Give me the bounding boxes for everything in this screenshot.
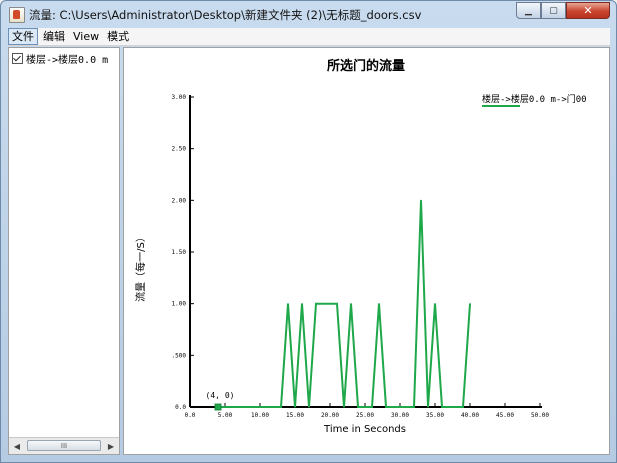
- data-point: [294, 406, 296, 408]
- series-line: [218, 200, 471, 408]
- flow-chart: 所选门的流量 0.0 .500 1.00 1.50 2.00 2.50 3.00 0.0 5.00…: [134, 58, 587, 435]
- chart-panel: 所选门的流量 0.0 .500 1.00 1.50 2.00 2.50 3.00 0.0 5.00…: [123, 47, 610, 455]
- data-point: [308, 406, 310, 408]
- data-point: [336, 303, 338, 305]
- y-tick-label: 0.0: [175, 404, 186, 411]
- data-point: [441, 406, 443, 408]
- data-point: [427, 406, 429, 408]
- maximize-button[interactable]: ▢: [541, 2, 566, 19]
- y-tick-label: 3.00: [172, 94, 187, 101]
- x-tick-label: 30.00: [391, 412, 409, 419]
- legend-label: 楼层->楼层0.0 m->门00: [482, 93, 587, 105]
- annotation-marker: [214, 403, 222, 411]
- data-point: [350, 303, 352, 305]
- x-tick-label: 50.00: [531, 412, 549, 419]
- close-button[interactable]: ✕: [566, 2, 610, 19]
- scroll-right-icon[interactable]: ▶: [103, 438, 119, 454]
- menu-bar: 文件 编辑 View 模式: [8, 28, 610, 46]
- data-point: [287, 303, 289, 305]
- menu-edit[interactable]: 编辑: [40, 29, 68, 44]
- menu-mode[interactable]: 模式: [104, 29, 132, 44]
- menu-file[interactable]: 文件: [8, 28, 38, 45]
- data-point: [413, 406, 415, 408]
- data-point: [343, 406, 345, 408]
- data-point: [462, 406, 464, 408]
- y-tick-label: 2.00: [172, 197, 187, 204]
- chart-title: 所选门的流量: [327, 58, 405, 74]
- window-title: 流量: C:\Users\Administrator\Desktop\新建文件夹…: [29, 8, 422, 22]
- data-point: [371, 406, 373, 408]
- y-tick-label: 2.50: [172, 146, 187, 153]
- data-point: [322, 303, 324, 305]
- tree-item-floor[interactable]: 楼层->楼层0.0 m: [12, 51, 108, 66]
- series-tree-panel: 楼层->楼层0.0 m ◀ III ▶: [8, 47, 120, 455]
- window-controls: ▁ ▢ ✕: [516, 2, 610, 19]
- minimize-button[interactable]: ▁: [516, 2, 541, 19]
- data-point: [434, 303, 436, 305]
- data-point: [224, 406, 226, 408]
- x-tick-label: 10.00: [251, 412, 269, 419]
- menu-view[interactable]: View: [70, 29, 102, 44]
- horizontal-scrollbar[interactable]: ◀ III ▶: [9, 437, 119, 454]
- x-axis-label: Time in Seconds: [323, 424, 406, 435]
- data-point: [469, 303, 471, 305]
- y-tick-label: 1.50: [172, 249, 187, 256]
- x-tick-label: 35.00: [426, 412, 444, 419]
- y-tick-label: .500: [172, 352, 187, 359]
- data-point: [357, 406, 359, 408]
- x-tick-label: 20.00: [321, 412, 339, 419]
- data-point: [301, 303, 303, 305]
- data-point: [378, 303, 380, 305]
- series-checkbox[interactable]: [12, 53, 23, 64]
- annotation-label: (4, 0): [206, 391, 235, 400]
- x-tick-label: 40.00: [461, 412, 479, 419]
- scroll-thumb[interactable]: III: [27, 440, 101, 451]
- x-tick-label: 15.00: [286, 412, 304, 419]
- data-point: [420, 199, 422, 201]
- data-point: [385, 406, 387, 408]
- data-point: [315, 303, 317, 305]
- x-tick-label: 25.00: [356, 412, 374, 419]
- x-tick-label: 0.0: [185, 412, 196, 419]
- x-tick-label: 5.00: [218, 412, 233, 419]
- y-axis-label: 流量（每一/S）: [134, 232, 147, 302]
- app-window: 流量: C:\Users\Administrator\Desktop\新建文件夹…: [0, 0, 617, 463]
- y-tick-label: 1.00: [172, 301, 187, 308]
- java-app-icon: [9, 7, 25, 23]
- x-tick-label: 45.00: [496, 412, 514, 419]
- tree-item-label: 楼层->楼层0.0 m: [26, 55, 109, 66]
- scroll-left-icon[interactable]: ◀: [9, 438, 25, 454]
- data-point: [280, 406, 282, 408]
- title-bar[interactable]: 流量: C:\Users\Administrator\Desktop\新建文件夹…: [1, 1, 616, 28]
